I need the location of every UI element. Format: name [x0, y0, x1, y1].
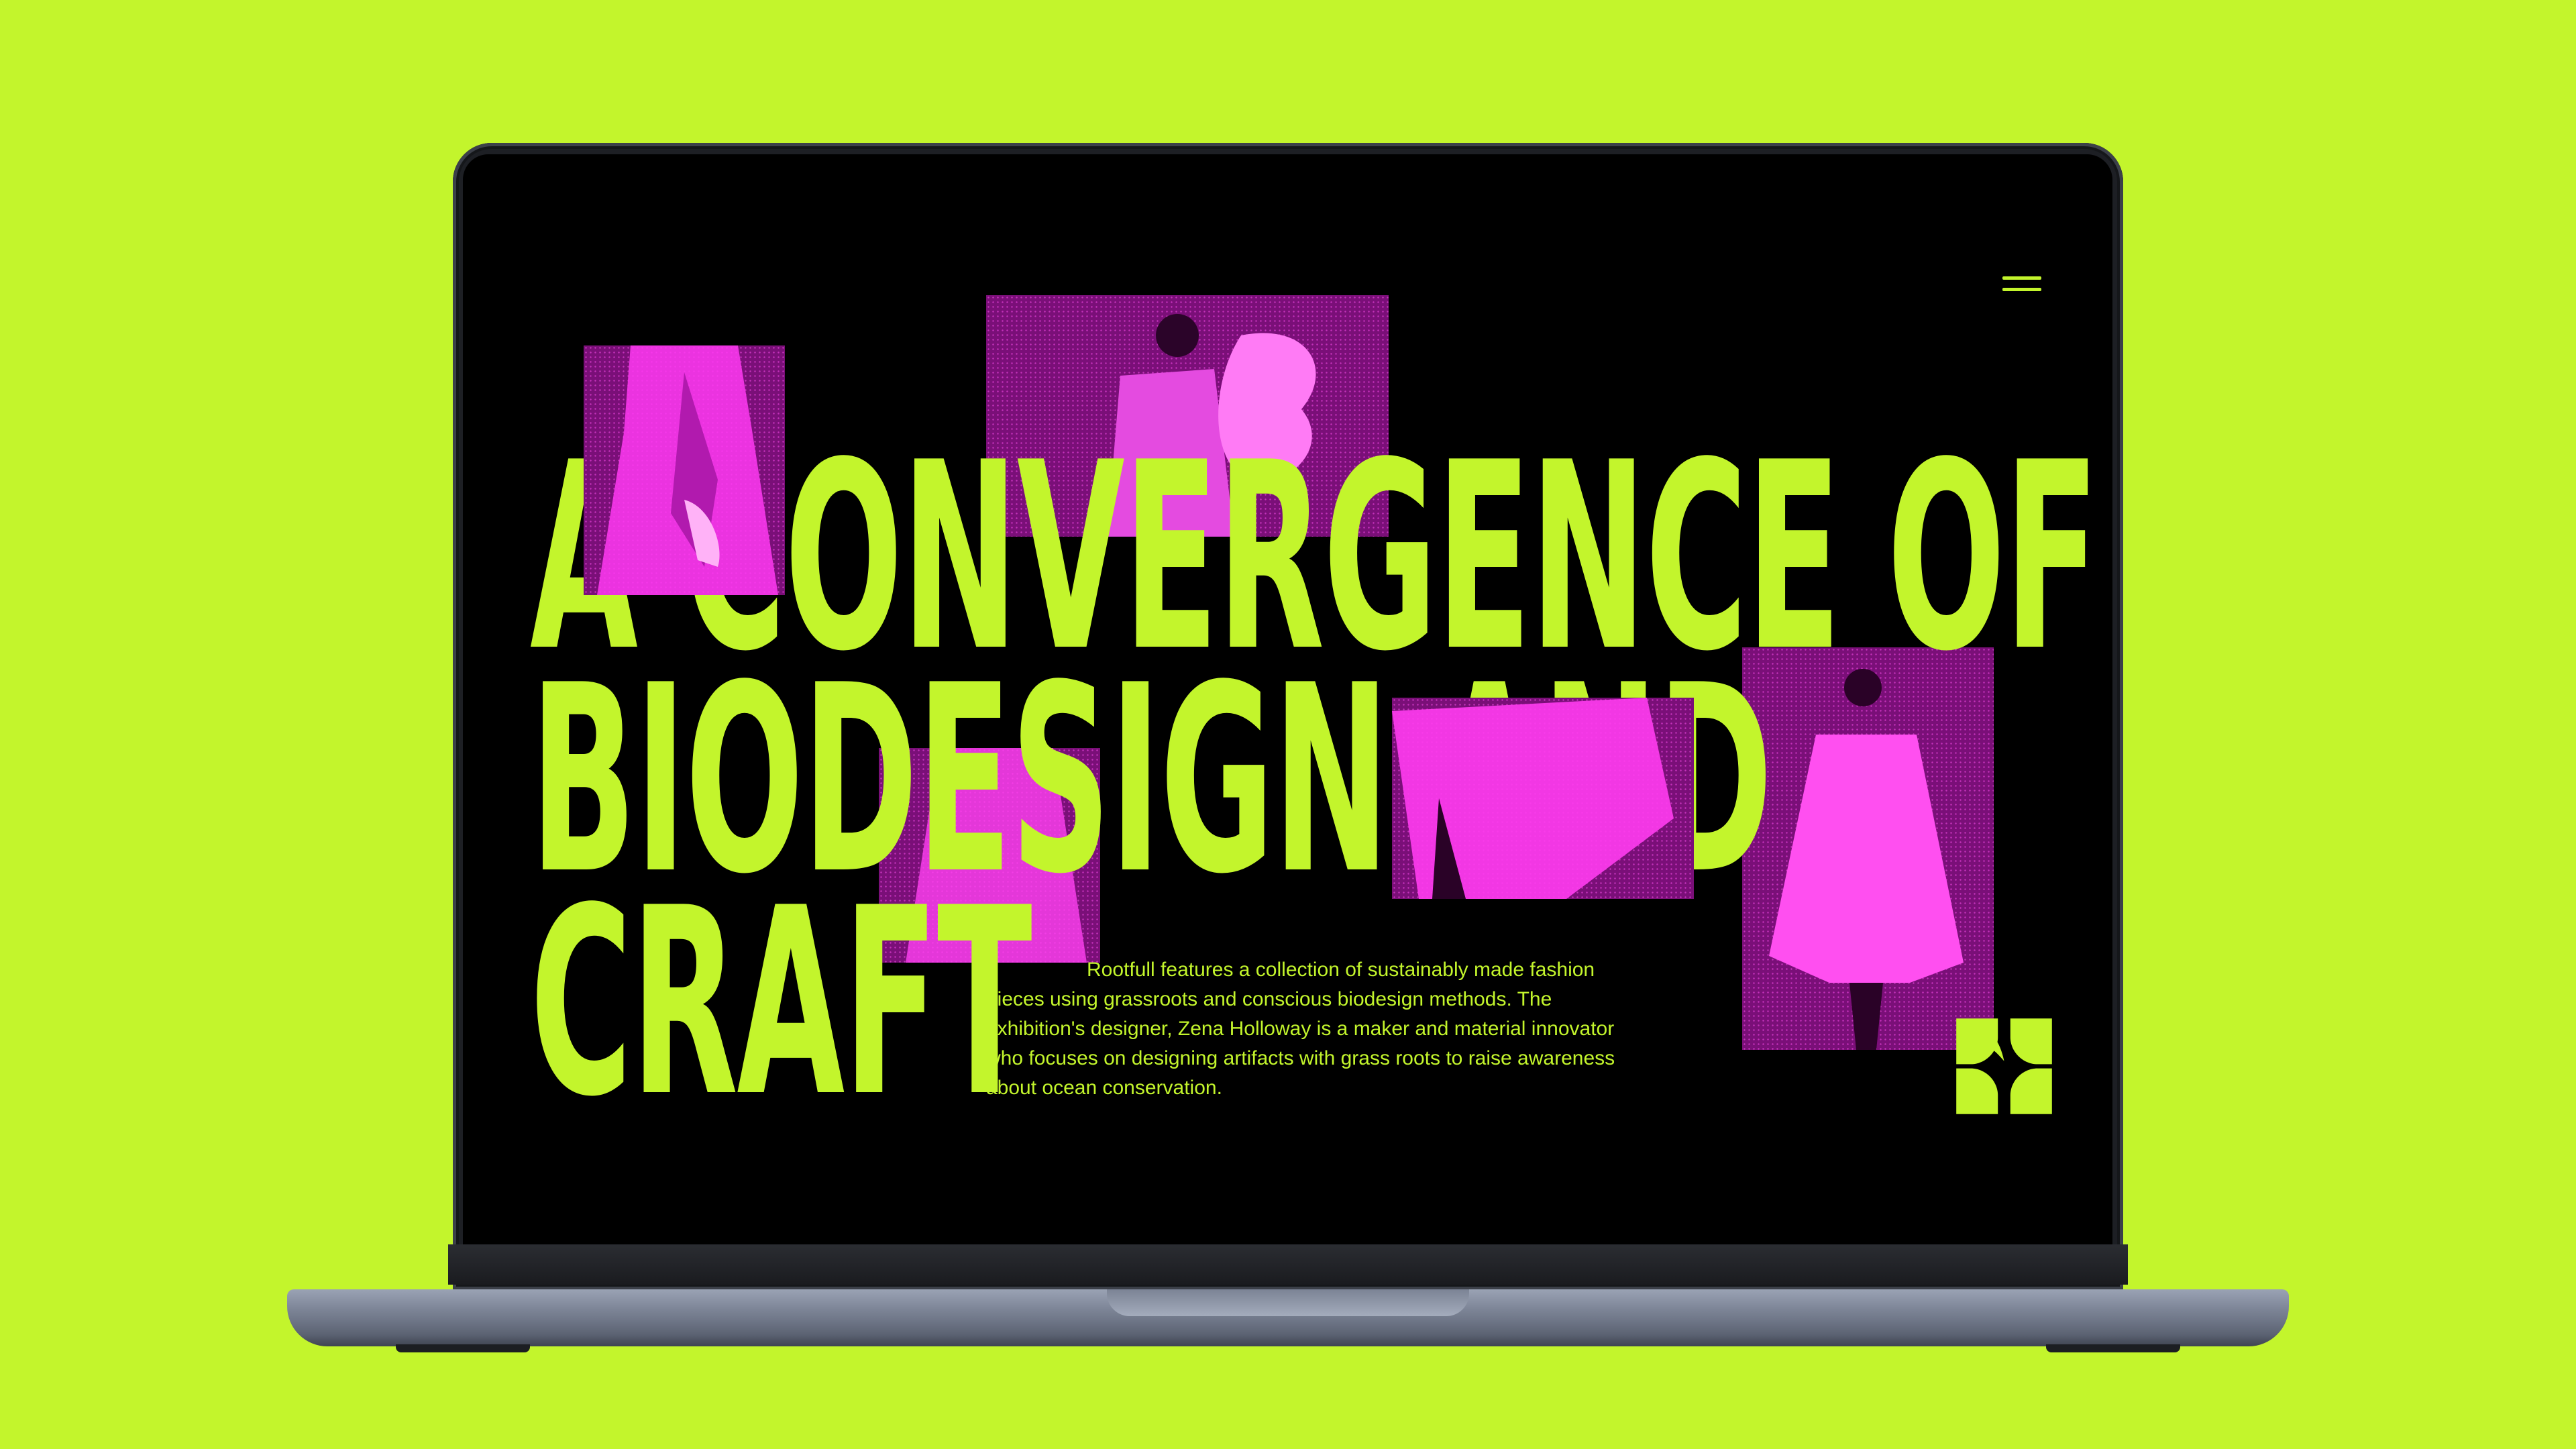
hero-intro-text: Rootfull features a collection of sustai…	[986, 959, 1615, 1099]
laptop-chin	[448, 1244, 2128, 1285]
hamburger-icon	[2002, 276, 2041, 280]
photo-dress-hem	[1392, 698, 1694, 899]
photo-dress-detail	[584, 345, 785, 595]
menu-button[interactable]	[2002, 276, 2045, 303]
hamburger-icon-bar	[2002, 288, 2041, 291]
laptop-foot-left	[396, 1344, 530, 1352]
laptop-foot-right	[2046, 1344, 2180, 1352]
headline-line-3: CRAFT	[530, 853, 1032, 1153]
clover-logo-icon[interactable]	[1952, 1014, 2056, 1118]
laptop-screen: A CONVERGENCE OF BIODESIGN AND CRAFT Roo…	[463, 154, 2112, 1244]
laptop-trackpad-notch	[1107, 1289, 1469, 1316]
